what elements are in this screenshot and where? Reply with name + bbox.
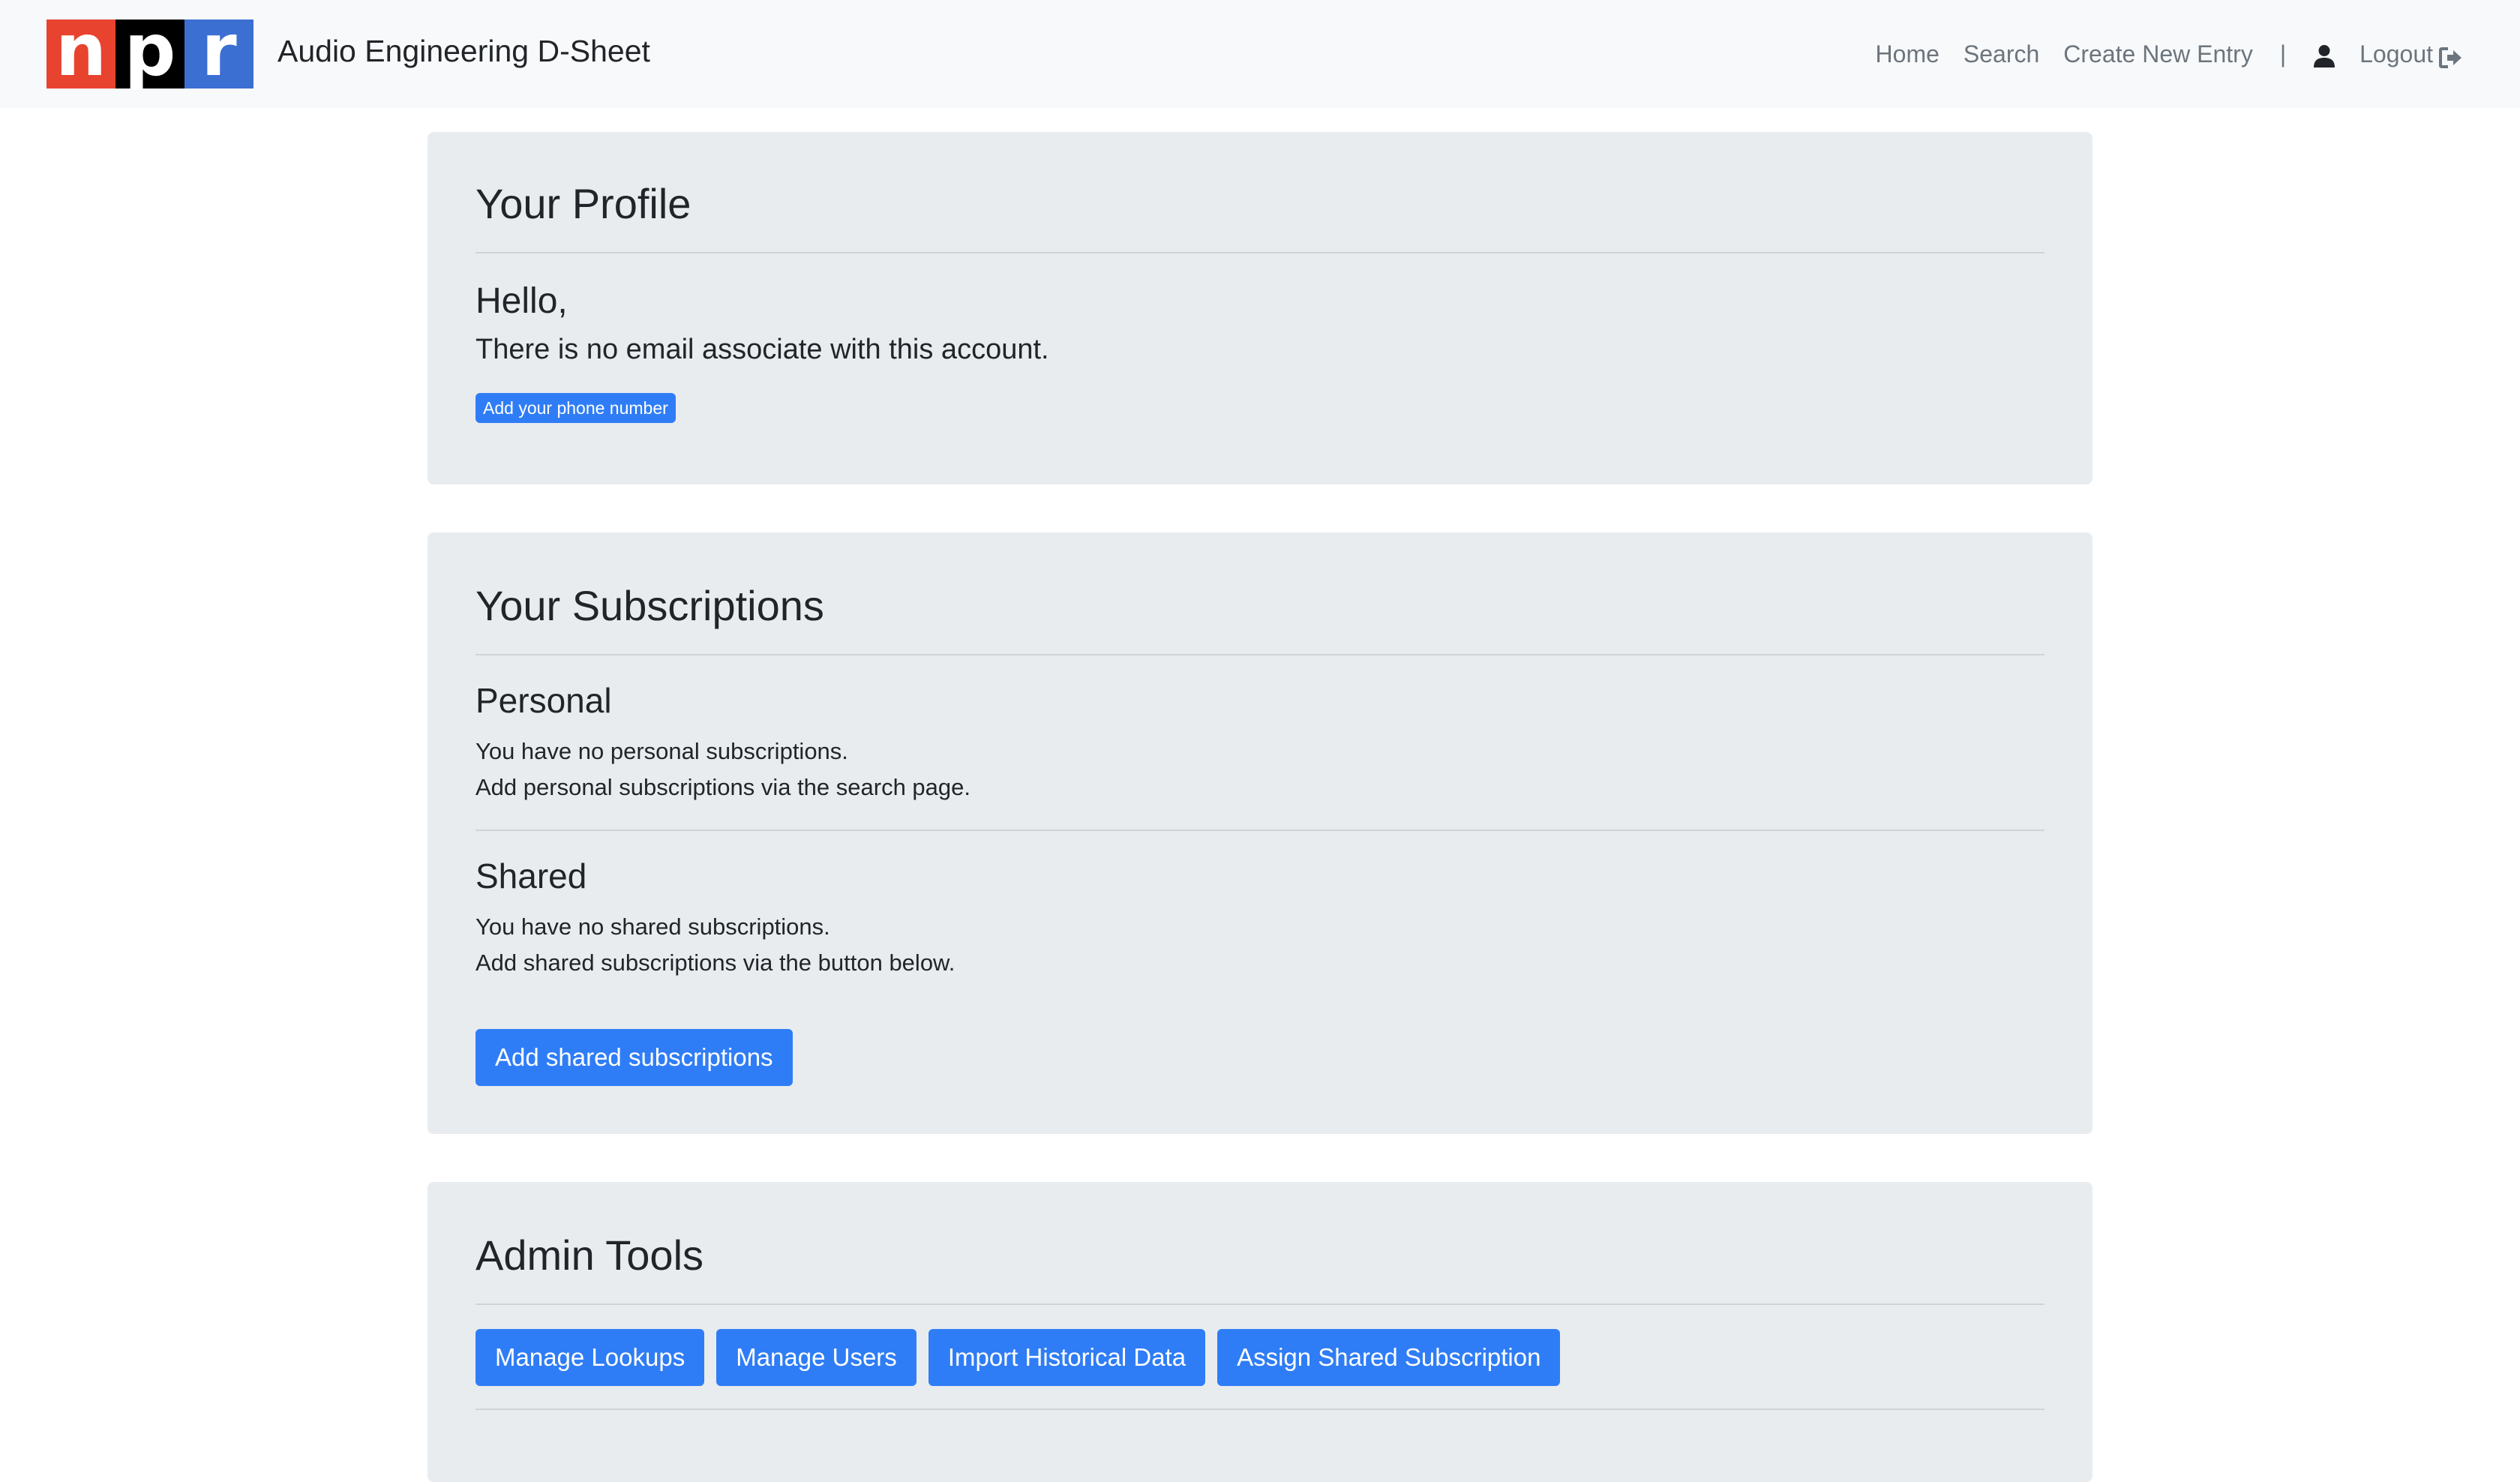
- sign-out-icon: [2439, 43, 2463, 68]
- admin-bottom-divider: [476, 1408, 2044, 1410]
- add-phone-button[interactable]: Add your phone number: [476, 393, 676, 423]
- nav-search-link[interactable]: Search: [1964, 36, 2039, 72]
- profile-card: Your Profile Hello, There is no email as…: [428, 132, 2092, 484]
- npr-logo[interactable]: n p r: [46, 14, 254, 88]
- personal-heading: Personal: [476, 681, 612, 720]
- logo-letter-n: n: [46, 14, 116, 88]
- manage-users-button[interactable]: Manage Users: [716, 1329, 916, 1386]
- shared-empty-text: You have no shared subscriptions.: [476, 914, 830, 940]
- navbar: n p r Audio Engineering D-Sheet Home Sea…: [0, 0, 2520, 108]
- nav-links: Home Search Create New Entry | Logout: [1876, 36, 2463, 72]
- brand-title[interactable]: Audio Engineering D-Sheet: [278, 33, 650, 69]
- shared-hint-text: Add shared subscriptions via the button …: [476, 950, 956, 976]
- admin-buttons: Manage Lookups Manage Users Import Histo…: [476, 1329, 1561, 1386]
- admin-tools-card: Admin Tools Manage Lookups Manage Users …: [428, 1182, 2092, 1482]
- logout-label: Logout: [2360, 40, 2433, 68]
- email-status: There is no email associate with this ac…: [476, 334, 1049, 365]
- personal-hint-text: Add personal subscriptions via the searc…: [476, 774, 971, 800]
- subscriptions-card: Your Subscriptions Personal You have no …: [428, 532, 2092, 1134]
- nav-home-link[interactable]: Home: [1876, 36, 1940, 72]
- add-shared-subscriptions-button[interactable]: Add shared subscriptions: [476, 1029, 793, 1086]
- nav-separator: |: [2279, 40, 2287, 68]
- shared-divider: [476, 830, 2044, 831]
- admin-tools-title: Admin Tools: [476, 1232, 704, 1279]
- greeting: Hello,: [476, 281, 568, 321]
- admin-divider: [476, 1304, 2044, 1305]
- logout-link[interactable]: Logout: [2360, 36, 2463, 72]
- nav-create-entry-link[interactable]: Create New Entry: [2063, 36, 2253, 72]
- user-icon[interactable]: [2313, 42, 2336, 68]
- logo-letter-p: p: [116, 14, 184, 88]
- profile-divider: [476, 252, 2044, 254]
- shared-heading: Shared: [476, 856, 587, 896]
- subscriptions-title: Your Subscriptions: [476, 582, 824, 629]
- assign-shared-subscription-button[interactable]: Assign Shared Subscription: [1217, 1329, 1561, 1386]
- personal-empty-text: You have no personal subscriptions.: [476, 738, 848, 764]
- logo-letter-r: r: [184, 14, 254, 88]
- subscriptions-divider: [476, 654, 2044, 656]
- profile-title: Your Profile: [476, 180, 692, 227]
- manage-lookups-button[interactable]: Manage Lookups: [476, 1329, 705, 1386]
- import-historical-data-button[interactable]: Import Historical Data: [928, 1329, 1206, 1386]
